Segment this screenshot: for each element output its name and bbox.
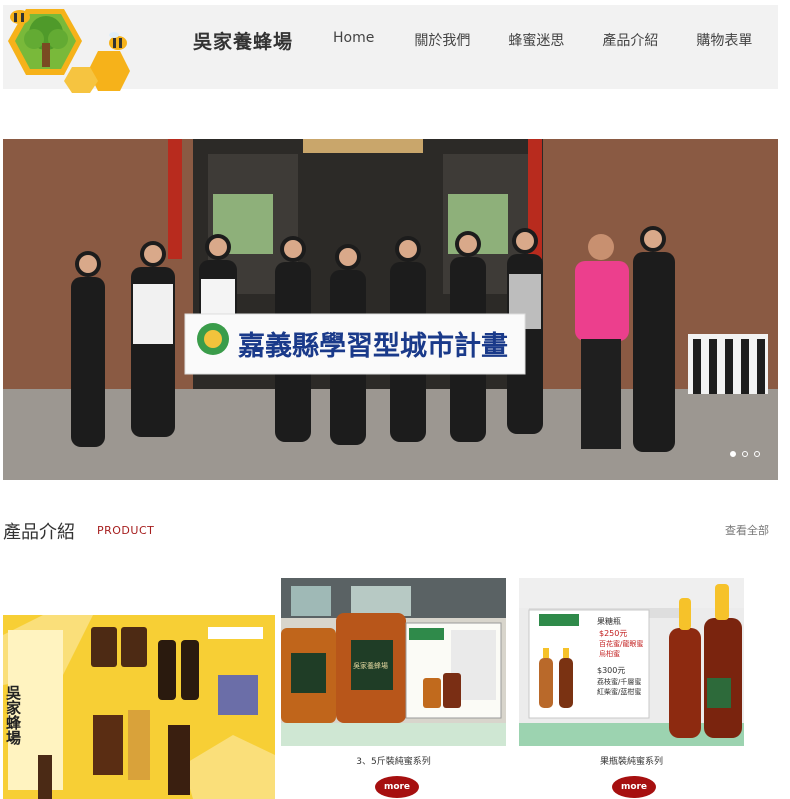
price-sign-line2: 烏桕蜜 [599, 649, 620, 658]
products-title-en: PRODUCT [97, 524, 155, 537]
product-jar-image: 吳家養蜂場 [281, 578, 506, 746]
hero-carousel[interactable]: 嘉義縣學習型城市計畫 [3, 139, 778, 480]
price-sign-line1: 百花蜜/龍眼蜜 [599, 639, 643, 648]
price-sign-250: $250元 [599, 629, 627, 638]
price-sign-title: 果糖瓶 [597, 616, 621, 626]
product-poster-image: 吳家蜂場 [3, 615, 275, 799]
view-all-link[interactable]: 查看全部 [725, 522, 769, 538]
product-card-2[interactable]: 吳家養蜂場 [281, 578, 506, 746]
product-bottle-image: 果糖瓶 $250元 百花蜜/龍眼蜜 烏桕蜜 $300元 荔枝蜜/千層蜜 紅柴蜜/… [519, 578, 744, 746]
carousel-dot-1[interactable] [730, 451, 736, 457]
product-card-3[interactable]: 果糖瓶 $250元 百花蜜/龍眼蜜 烏桕蜜 $300元 荔枝蜜/千層蜜 紅柴蜜/… [519, 578, 744, 746]
more-button-3[interactable]: more [612, 776, 656, 798]
nav-products[interactable]: 產品介紹 [602, 30, 658, 50]
price-sign-line4: 紅柴蜜/蓝柑蜜 [597, 687, 641, 696]
carousel-dots [730, 451, 760, 457]
nav-order-form[interactable]: 購物表單 [696, 30, 752, 50]
jar-label-text: 吳家養蜂場 [353, 661, 388, 670]
banner-sign-text: 嘉義縣學習型城市計畫 [238, 330, 508, 362]
poster-brand-text: 吳家蜂場 [4, 685, 22, 746]
price-sign-line3: 荔枝蜜/千層蜜 [597, 677, 641, 686]
product-caption-2: 3、5斤裝純蜜系列 [356, 757, 431, 767]
site-title[interactable]: 吳家養蜂場 [193, 27, 293, 54]
products-title: 產品介紹 [3, 522, 75, 543]
nav-about[interactable]: 關於我們 [414, 30, 470, 50]
nav-home[interactable]: Home [333, 30, 374, 50]
carousel-dot-3[interactable] [754, 451, 760, 457]
site-logo[interactable] [6, 5, 131, 93]
site-header: 吳家養蜂場 Home 關於我們 蜂蜜迷思 產品介紹 購物表單 [3, 5, 778, 93]
more-button-2[interactable]: more [375, 776, 419, 798]
price-sign-300: $300元 [597, 666, 625, 675]
product-card-1[interactable]: 吳家蜂場 [3, 615, 275, 799]
product-caption-3: 果瓶裝純蜜系列 [599, 757, 663, 767]
carousel-dot-2[interactable] [742, 451, 748, 457]
nav-honey-myths[interactable]: 蜂蜜迷思 [508, 30, 564, 50]
main-nav: Home 關於我們 蜂蜜迷思 產品介紹 購物表單 [333, 30, 752, 50]
group-photo: 嘉義縣學習型城市計畫 [3, 139, 778, 480]
